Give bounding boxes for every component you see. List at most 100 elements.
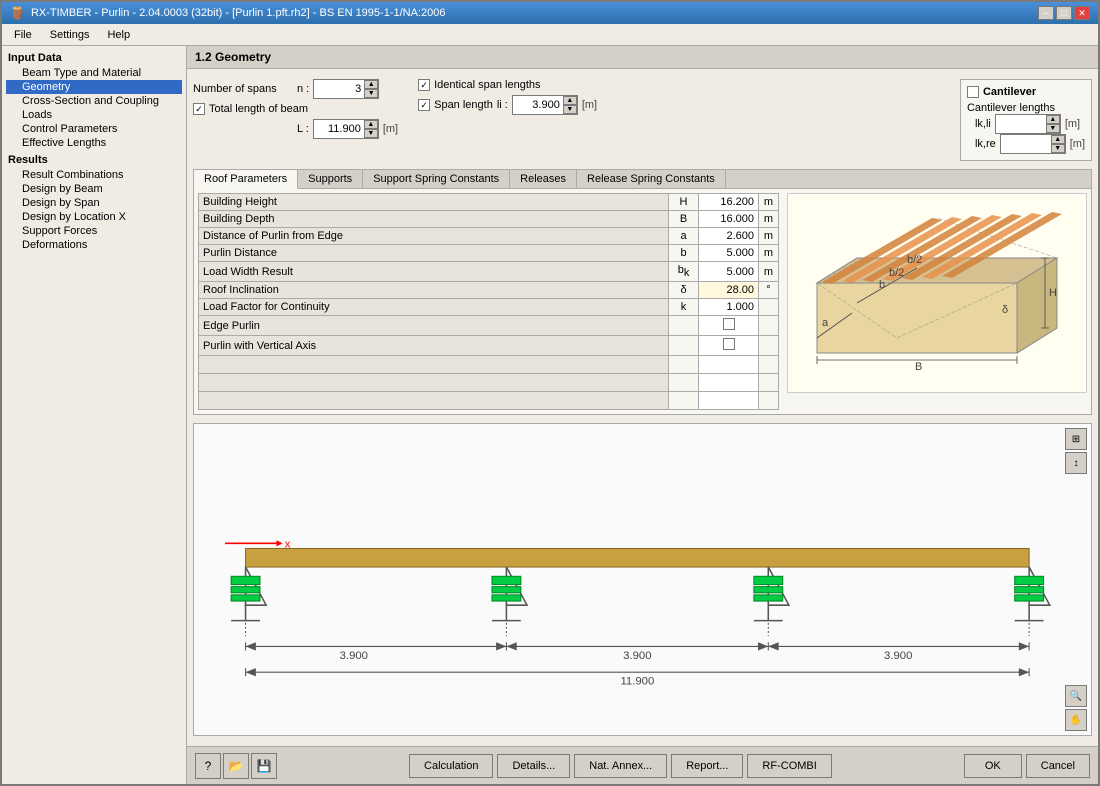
L-row: L : 11.900 ▲ ▼ [m] xyxy=(193,119,398,139)
minimize-button[interactable]: ─ xyxy=(1038,6,1054,20)
menu-file[interactable]: File xyxy=(6,27,40,43)
svg-text:11.900: 11.900 xyxy=(620,676,654,688)
sidebar-item-result-combos[interactable]: Result Combinations xyxy=(6,168,182,182)
num-spans-label: Number of spans xyxy=(193,83,293,95)
maximize-button[interactable]: □ xyxy=(1056,6,1072,20)
diagram-toolbar-bottom: 🔍 ✋ xyxy=(1065,685,1087,731)
menu-help[interactable]: Help xyxy=(99,27,138,43)
beam-svg: x xyxy=(194,424,1091,735)
n-spin-down[interactable]: ▼ xyxy=(364,89,378,98)
row-value[interactable] xyxy=(699,245,759,262)
row-value[interactable] xyxy=(699,194,759,211)
sidebar-item-design-by-location[interactable]: Design by Location X xyxy=(6,210,182,224)
li-input[interactable]: 3.900 xyxy=(513,98,563,112)
tab-supports[interactable]: Supports xyxy=(298,170,363,188)
tab-support-spring[interactable]: Support Spring Constants xyxy=(363,170,510,188)
svg-text:3.900: 3.900 xyxy=(623,650,651,662)
row-value[interactable] xyxy=(699,262,759,282)
bottom-toolbar: ? 📂 💾 Calculation Details... Nat. Annex.… xyxy=(187,746,1098,784)
n-spinner-btns: ▲ ▼ xyxy=(364,80,378,98)
sidebar-item-support-forces[interactable]: Support Forces xyxy=(6,224,182,238)
nat-annex-button[interactable]: Nat. Annex... xyxy=(574,754,667,778)
rf-combi-button[interactable]: RF-COMBI xyxy=(747,754,831,778)
L-input[interactable]: 11.900 xyxy=(314,122,364,136)
row-value[interactable] xyxy=(699,282,759,299)
purlin-vertical-checkbox[interactable] xyxy=(723,338,735,350)
sidebar-item-loads[interactable]: Loads xyxy=(6,108,182,122)
svg-text:H: H xyxy=(1049,287,1057,299)
table-row: Roof Inclination δ ° xyxy=(199,282,779,299)
sidebar-item-effective-lengths[interactable]: Effective Lengths xyxy=(6,136,182,150)
cantilever-lengths-row: Cantilever lengths xyxy=(967,102,1085,114)
tabs-header: Roof Parameters Supports Support Spring … xyxy=(194,170,1091,189)
n-input[interactable]: 3 xyxy=(314,82,364,96)
L-spin-up[interactable]: ▲ xyxy=(364,120,378,129)
sidebar-item-geometry[interactable]: Geometry xyxy=(6,80,182,94)
close-button[interactable]: ✕ xyxy=(1074,6,1090,20)
table-row: Purlin Distance b m xyxy=(199,245,779,262)
lk-re-spin-up: ▲ xyxy=(1051,135,1065,144)
table-row-empty xyxy=(199,356,779,374)
sidebar-item-beam-type[interactable]: Beam Type and Material xyxy=(6,66,182,80)
open-button[interactable]: 📂 xyxy=(223,753,249,779)
menu-settings[interactable]: Settings xyxy=(42,27,98,43)
sidebar-item-cross-section[interactable]: Cross-Section and Coupling xyxy=(6,94,182,108)
calculation-button[interactable]: Calculation xyxy=(409,754,493,778)
save-button[interactable]: 💾 xyxy=(251,753,277,779)
top-controls: Number of spans n : 3 ▲ ▼ xyxy=(193,75,1092,165)
row-value[interactable] xyxy=(699,299,759,316)
svg-text:a: a xyxy=(822,317,829,329)
row-symbol: H xyxy=(669,194,699,211)
n-spin-up[interactable]: ▲ xyxy=(364,80,378,89)
title-text: RX-TIMBER - Purlin - 2.04.0003 (32bit) -… xyxy=(31,7,446,19)
zoom-select-button[interactable]: ↕ xyxy=(1065,452,1087,474)
report-button[interactable]: Report... xyxy=(671,754,743,778)
cantilever-group: Cantilever Cantilever lengths lk,li ▲ xyxy=(960,79,1092,161)
row-checkbox-cell[interactable] xyxy=(699,316,759,336)
tab-releases[interactable]: Releases xyxy=(510,170,577,188)
help-button[interactable]: ? xyxy=(195,753,221,779)
roof-params-table: Building Height H m Building Depth B m xyxy=(198,193,779,410)
tab-release-spring[interactable]: Release Spring Constants xyxy=(577,170,726,188)
identical-span-row: Identical span lengths xyxy=(418,79,597,91)
n-spinner[interactable]: 3 ▲ ▼ xyxy=(313,79,379,99)
total-length-checkbox[interactable] xyxy=(193,103,205,115)
li-spin-down[interactable]: ▼ xyxy=(563,105,577,114)
li-spinner[interactable]: 3.900 ▲ ▼ xyxy=(512,95,578,115)
row-unit: m xyxy=(759,245,779,262)
bottom-left-buttons: ? 📂 💾 xyxy=(195,753,277,779)
svg-text:B: B xyxy=(915,361,922,373)
cantilever-row: Cantilever xyxy=(967,86,1085,98)
row-label: Roof Inclination xyxy=(199,282,669,299)
sidebar-item-control-params[interactable]: Control Parameters xyxy=(6,122,182,136)
row-value[interactable] xyxy=(699,211,759,228)
tab-roof-params[interactable]: Roof Parameters xyxy=(194,170,298,189)
row-symbol: δ xyxy=(669,282,699,299)
sidebar-item-design-by-span[interactable]: Design by Span xyxy=(6,196,182,210)
sidebar-input-label: Input Data xyxy=(6,50,182,66)
identical-span-checkbox[interactable] xyxy=(418,79,430,91)
details-button[interactable]: Details... xyxy=(497,754,570,778)
edge-purlin-checkbox[interactable] xyxy=(723,318,735,330)
svg-text:b: b xyxy=(879,279,885,291)
row-checkbox-cell2[interactable] xyxy=(699,336,759,356)
row-value[interactable] xyxy=(699,228,759,245)
row-symbol: b xyxy=(669,245,699,262)
lk-li-unit: [m] xyxy=(1065,118,1080,130)
span-length-checkbox[interactable] xyxy=(418,99,430,111)
sidebar-item-deformations[interactable]: Deformations xyxy=(6,238,182,252)
sidebar-item-design-by-beam[interactable]: Design by Beam xyxy=(6,182,182,196)
lk-re-label: lk,re xyxy=(975,138,996,150)
hand-button[interactable]: ✋ xyxy=(1065,709,1087,731)
zoom-fit-button[interactable]: ⊞ xyxy=(1065,428,1087,450)
cancel-button[interactable]: Cancel xyxy=(1026,754,1090,778)
table-row: Distance of Purlin from Edge a m xyxy=(199,228,779,245)
row-unit xyxy=(759,299,779,316)
L-spin-down[interactable]: ▼ xyxy=(364,129,378,138)
zoom-in-button[interactable]: 🔍 xyxy=(1065,685,1087,707)
ok-button[interactable]: OK xyxy=(964,754,1022,778)
L-spinner[interactable]: 11.900 ▲ ▼ xyxy=(313,119,379,139)
cantilever-checkbox[interactable] xyxy=(967,86,979,98)
li-spin-up[interactable]: ▲ xyxy=(563,96,577,105)
diagram-toolbar-top: ⊞ ↕ xyxy=(1065,428,1087,474)
